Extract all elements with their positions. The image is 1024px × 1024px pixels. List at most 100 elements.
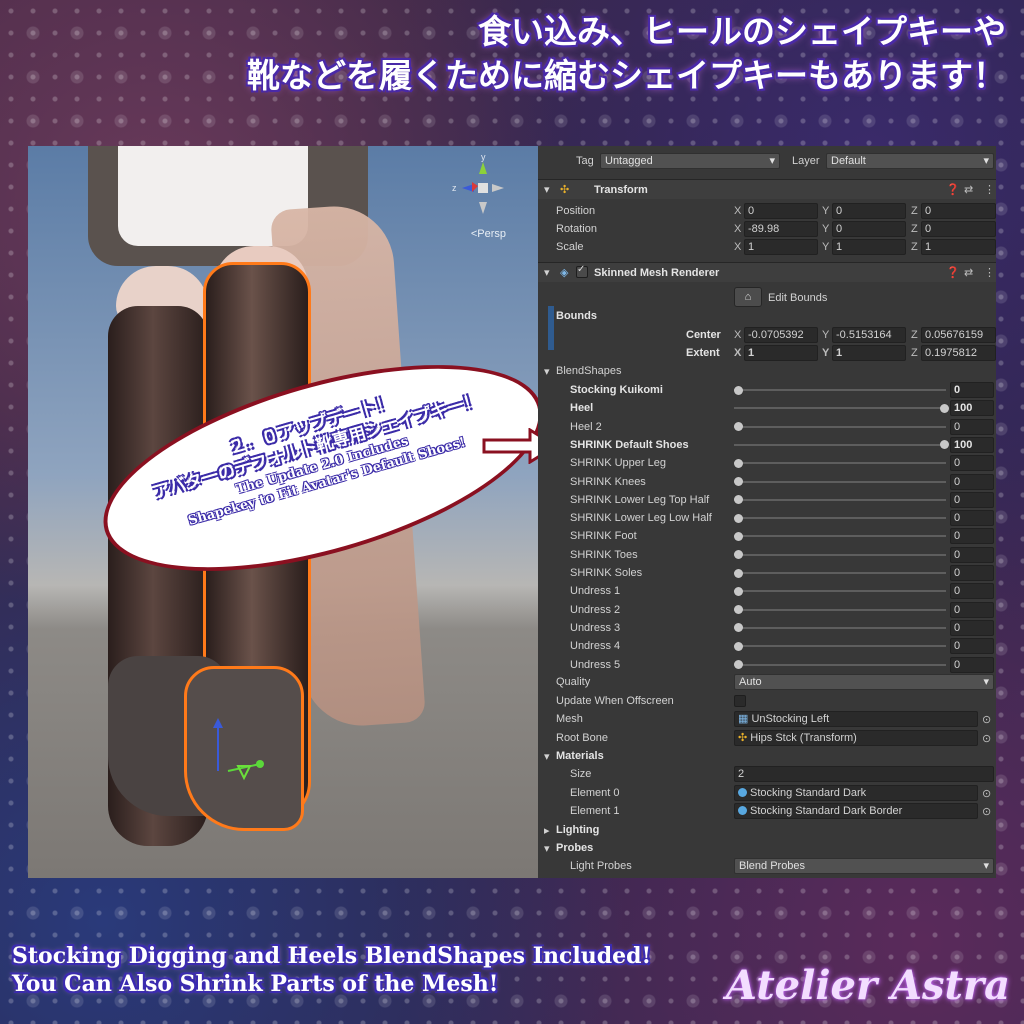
materials-header[interactable]: ▾ Materials (538, 747, 996, 765)
transform-header[interactable]: ▾ ✣ Transform ❓ ⇄ ⋮ (538, 179, 996, 199)
blendshape-value-field[interactable]: 100 (950, 400, 994, 417)
materials-foldout-icon[interactable]: ▾ (544, 750, 550, 763)
blendshape-value-field[interactable]: 0 (950, 583, 994, 600)
extent-x-field[interactable]: 1 (744, 345, 818, 361)
blendshape-slider-knob[interactable] (734, 568, 743, 578)
blendshape-value-field[interactable]: 0 (950, 382, 994, 398)
blendshapes-foldout-icon[interactable]: ▾ (544, 365, 550, 378)
blendshape-slider-knob[interactable] (940, 403, 949, 413)
blendshape-value-field[interactable]: 0 (950, 528, 994, 545)
size-field[interactable]: 2 (734, 766, 994, 782)
rootbone-object-field[interactable]: ✣ Hips Stck (Transform) (734, 730, 978, 746)
blendshape-value-field[interactable]: 0 (950, 510, 994, 527)
blendshape-slider-knob[interactable] (734, 458, 743, 468)
blendshape-value-field[interactable]: 0 (950, 619, 994, 636)
blendshape-slider-knob[interactable] (734, 641, 743, 651)
blendshape-slider-knob[interactable] (734, 385, 743, 395)
blendshape-value-field[interactable]: 0 (950, 455, 994, 472)
probes-header[interactable]: ▾ Probes (538, 839, 996, 857)
element1-object-field[interactable]: Stocking Standard Dark Border (734, 803, 978, 819)
scale-y-field[interactable]: 1 (832, 239, 906, 255)
blendshape-slider-knob[interactable] (734, 513, 743, 523)
object-picker-icon[interactable]: ⊙ (982, 713, 991, 726)
blendshape-slider-track[interactable] (734, 553, 946, 556)
blendshape-value-field[interactable]: 0 (950, 638, 994, 655)
offscreen-checkbox[interactable] (734, 695, 746, 707)
lighting-header[interactable]: ▸ Lighting (538, 821, 996, 839)
layer-dropdown[interactable]: Default (826, 153, 994, 169)
rotation-z-field[interactable]: 0 (921, 221, 996, 237)
menu-dots-icon[interactable]: ⋮ (984, 183, 995, 196)
blendshape-slider-track[interactable] (734, 626, 946, 629)
blendshape-value-field[interactable]: 0 (950, 601, 994, 618)
blendshape-slider-track[interactable] (734, 389, 946, 391)
blendshape-slider-knob[interactable] (734, 605, 743, 615)
move-tool-gizmo[interactable] (208, 716, 268, 786)
position-y-field[interactable]: 0 (832, 203, 906, 219)
blendshape-slider-track[interactable] (734, 480, 946, 483)
blendshape-value-field[interactable]: 0 (950, 473, 994, 490)
rotation-y-field[interactable]: 0 (832, 221, 906, 237)
menu-dots-icon[interactable]: ⋮ (984, 266, 995, 279)
position-z-field[interactable]: 0 (921, 203, 996, 219)
center-x-field[interactable]: -0.0705392 (744, 327, 818, 343)
blendshape-slider-track[interactable] (734, 425, 946, 428)
help-icon[interactable]: ❓ (946, 266, 960, 279)
extent-y-field[interactable]: 1 (832, 345, 906, 361)
blendshape-slider-knob[interactable] (734, 623, 743, 633)
scale-z-field[interactable]: 1 (921, 239, 996, 255)
blendshape-slider-knob[interactable] (734, 586, 743, 596)
orientation-gizmo[interactable]: y z (448, 152, 518, 224)
object-picker-icon[interactable]: ⊙ (982, 787, 991, 800)
element0-object-field[interactable]: Stocking Standard Dark (734, 785, 978, 801)
rotation-x-field[interactable]: -89.98 (744, 221, 818, 237)
blendshape-slider-track[interactable] (734, 462, 946, 465)
blendshape-value-field[interactable]: 0 (950, 418, 994, 435)
lightprobes-dropdown[interactable]: Blend Probes (734, 858, 994, 874)
blendshape-slider-track[interactable] (734, 407, 946, 410)
blendshape-slider-track[interactable] (734, 498, 946, 501)
center-z-field[interactable]: 0.05676159 (921, 327, 996, 343)
preset-icon[interactable]: ⇄ (964, 183, 973, 196)
blendshape-slider-track[interactable] (734, 590, 946, 593)
scale-x-field[interactable]: 1 (744, 239, 818, 255)
blendshape-value-field[interactable]: 0 (950, 656, 994, 673)
blendshape-name: Undress 2 (570, 603, 621, 616)
blendshape-slider-track[interactable] (734, 663, 946, 666)
blendshape-value-field[interactable]: 100 (950, 436, 994, 453)
help-icon[interactable]: ❓ (946, 183, 960, 196)
smr-header[interactable]: ▾ ◈ ✓ Skinned Mesh Renderer ❓ ⇄ ⋮ (538, 262, 996, 282)
blendshape-slider-knob[interactable] (734, 477, 743, 486)
blendshape-slider-knob[interactable] (734, 531, 743, 541)
transform-foldout-icon[interactable]: ▾ (544, 183, 550, 196)
blendshape-slider-knob[interactable] (734, 550, 743, 560)
blendshape-slider-track[interactable] (734, 517, 946, 520)
blendshape-slider-track[interactable] (734, 608, 946, 611)
blendshapes-header[interactable]: ▾ BlendShapes (538, 362, 996, 380)
preset-icon[interactable]: ⇄ (964, 266, 973, 279)
blendshape-slider-knob[interactable] (940, 440, 949, 450)
blendshape-value-field[interactable]: 0 (950, 565, 994, 581)
tag-dropdown[interactable]: Untagged (600, 153, 780, 169)
persp-label[interactable]: <Persp (471, 228, 506, 240)
object-picker-icon[interactable]: ⊙ (982, 732, 991, 745)
object-picker-icon[interactable]: ⊙ (982, 805, 991, 818)
blendshape-slider-knob[interactable] (734, 495, 743, 505)
center-y-field[interactable]: -0.5153164 (832, 327, 906, 343)
blendshape-slider-track[interactable] (734, 535, 946, 538)
mesh-object-field[interactable]: ▦ UnStocking Left (734, 711, 978, 727)
blendshape-slider-knob[interactable] (734, 422, 743, 432)
position-x-field[interactable]: 0 (744, 203, 818, 219)
quality-dropdown[interactable]: Auto (734, 674, 994, 690)
blendshape-slider-track[interactable] (734, 572, 946, 574)
probes-foldout-icon[interactable]: ▾ (544, 842, 550, 855)
extent-z-field[interactable]: 0.1975812 (921, 345, 996, 361)
blendshape-slider-track[interactable] (734, 443, 946, 446)
smr-foldout-icon[interactable]: ▾ (544, 266, 550, 279)
lighting-foldout-icon[interactable]: ▸ (544, 824, 550, 837)
blendshape-slider-track[interactable] (734, 645, 946, 648)
edit-bounds-button[interactable]: ⌂ (734, 287, 762, 307)
blendshape-value-field[interactable]: 0 (950, 491, 994, 508)
blendshape-slider-knob[interactable] (734, 660, 743, 669)
blendshape-value-field[interactable]: 0 (950, 546, 994, 563)
